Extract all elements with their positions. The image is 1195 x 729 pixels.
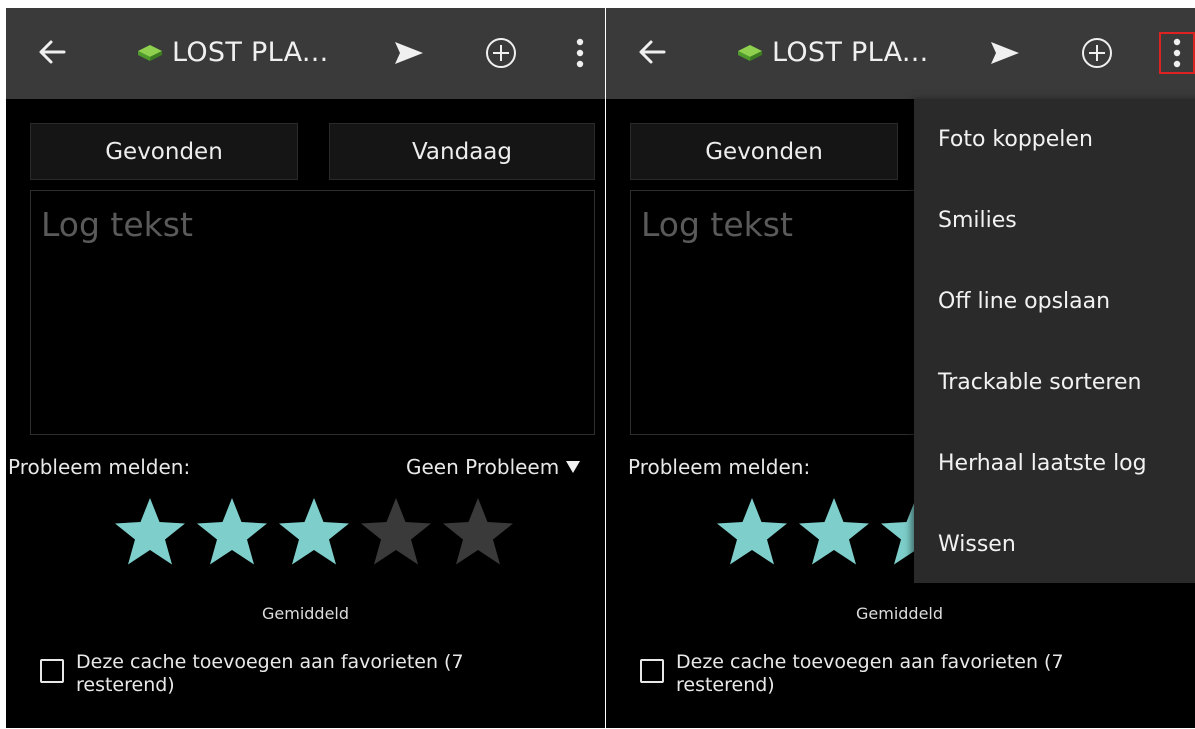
- toolbar: LOST PLA...: [606, 8, 1195, 99]
- dropdown-triangle-icon: [566, 461, 581, 473]
- checkbox-icon[interactable]: [40, 659, 64, 683]
- overflow-menu-icon[interactable]: [1159, 32, 1195, 74]
- star-rating[interactable]: [112, 495, 516, 567]
- menu-item-trackable-sorteren[interactable]: Trackable sorteren: [914, 342, 1195, 423]
- problem-label: Probleem melden:: [628, 455, 811, 479]
- menu-item-foto-koppelen[interactable]: Foto koppelen: [914, 99, 1195, 180]
- menu-item-wissen[interactable]: Wissen: [914, 504, 1195, 585]
- checkbox-icon[interactable]: [640, 659, 664, 683]
- problem-select[interactable]: Geen Probleem: [406, 455, 581, 479]
- toolbar-title-text: LOST PLA...: [172, 36, 329, 68]
- favorite-row[interactable]: Deze cache toevoegen aan favorieten (7 r…: [640, 651, 1146, 697]
- menu-item-herhaal-laatste-log[interactable]: Herhaal laatste log: [914, 423, 1195, 504]
- problem-value: Geen Probleem: [406, 455, 560, 479]
- toolbar-title[interactable]: LOST PLA...: [736, 30, 929, 74]
- problem-label: Probleem melden:: [8, 455, 191, 479]
- rating-label: Gemiddeld: [856, 604, 944, 623]
- favorite-row[interactable]: Deze cache toevoegen aan favorieten (7 r…: [40, 651, 546, 697]
- log-screen-right: LOST PLA... Gevonden Log tekst Probleem …: [606, 8, 1195, 728]
- rating-label: Gemiddeld: [262, 604, 350, 623]
- log-type-button[interactable]: Gevonden: [630, 123, 898, 180]
- menu-item-smilies[interactable]: Smilies: [914, 180, 1195, 261]
- star-icon[interactable]: [796, 495, 872, 567]
- star-icon[interactable]: [358, 495, 434, 567]
- log-placeholder: Log tekst: [41, 205, 193, 244]
- add-circle-icon[interactable]: [1076, 32, 1118, 74]
- star-icon[interactable]: [714, 495, 790, 567]
- log-screen-left: LOST PLA... Gevonden Vandaag Log tekst P…: [6, 8, 605, 728]
- toolbar: LOST PLA...: [6, 8, 605, 99]
- send-icon[interactable]: [388, 32, 430, 74]
- log-type-button[interactable]: Gevonden: [30, 123, 298, 180]
- star-icon[interactable]: [276, 495, 352, 567]
- star-icon[interactable]: [112, 495, 188, 567]
- menu-item-offline-opslaan[interactable]: Off line opslaan: [914, 261, 1195, 342]
- back-arrow-icon[interactable]: [32, 32, 72, 72]
- toolbar-title[interactable]: LOST PLA...: [136, 30, 329, 74]
- star-icon[interactable]: [440, 495, 516, 567]
- overflow-menu-icon[interactable]: [562, 32, 598, 74]
- log-text-input[interactable]: Log tekst: [30, 190, 595, 435]
- cache-icon: [138, 45, 162, 61]
- back-arrow-icon[interactable]: [632, 32, 672, 72]
- overflow-menu: Foto koppelen Smilies Off line opslaan T…: [914, 99, 1195, 583]
- date-button[interactable]: Vandaag: [329, 123, 595, 180]
- favorite-text: Deze cache toevoegen aan favorieten (7 r…: [676, 651, 1064, 696]
- cache-icon: [738, 45, 762, 61]
- send-icon[interactable]: [984, 32, 1026, 74]
- star-icon[interactable]: [194, 495, 270, 567]
- add-circle-icon[interactable]: [480, 32, 522, 74]
- favorite-text: Deze cache toevoegen aan favorieten (7 r…: [76, 651, 464, 696]
- toolbar-title-text: LOST PLA...: [772, 36, 929, 68]
- log-placeholder: Log tekst: [641, 205, 793, 244]
